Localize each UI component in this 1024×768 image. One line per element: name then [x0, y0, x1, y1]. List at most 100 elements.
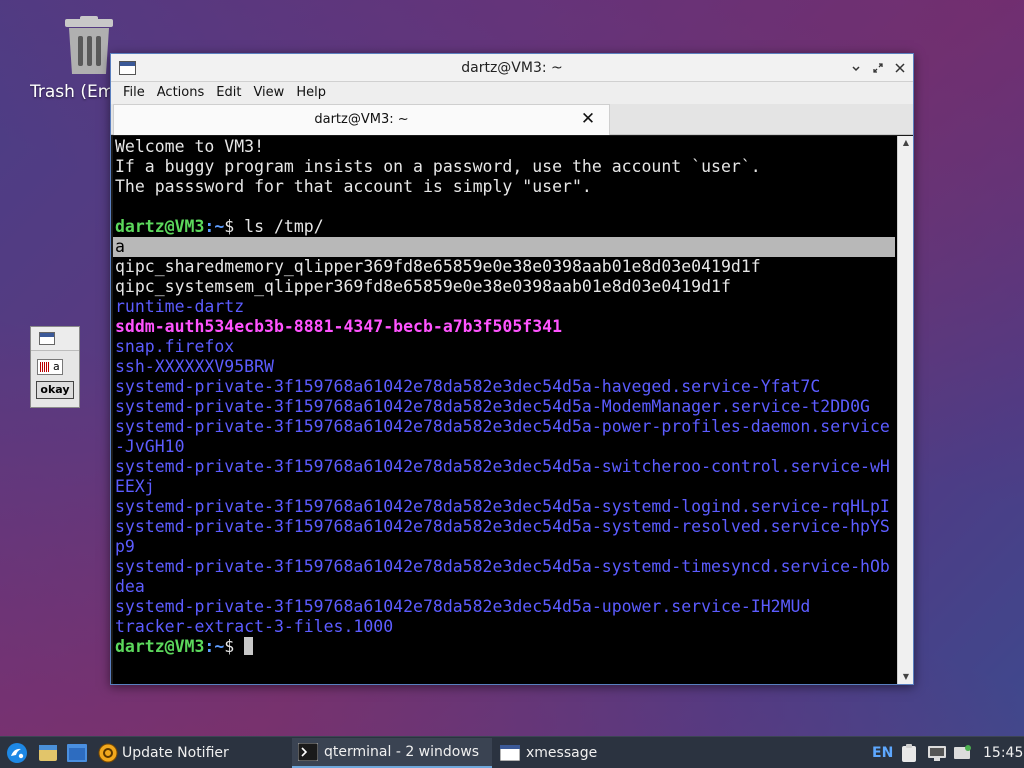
- listing-entry: systemd-private-3f159768a61042e78da582e3…: [113, 557, 897, 577]
- terminal-output[interactable]: Welcome to VM3! If a buggy program insis…: [113, 136, 897, 684]
- window-title: dartz@VM3: ~: [461, 60, 563, 76]
- minimize-icon[interactable]: [849, 61, 863, 75]
- listing-entry-text: sddm-auth534ecb3b-8881-4347-becb-a7b3f50…: [115, 317, 563, 336]
- task-xmessage-label: xmessage: [526, 745, 598, 761]
- listing-entry: qipc_systemsem_qlipper369fd8e65859e0e38e…: [113, 277, 897, 297]
- task-qterminal[interactable]: qterminal - 2 windows: [292, 738, 492, 768]
- xmessage-text: a: [37, 359, 63, 375]
- terminal-scrollbar[interactable]: ▲ ▼: [897, 136, 913, 684]
- listing-entry-text: systemd-private-3f159768a61042e78da582e3…: [115, 497, 890, 516]
- listing-entry: systemd-private-3f159768a61042e78da582e3…: [113, 597, 897, 617]
- okay-button[interactable]: okay: [36, 381, 74, 399]
- network-tray[interactable]: [927, 737, 947, 768]
- listing-entry-text: dea: [115, 577, 145, 596]
- prompt-user: dartz@VM3: [115, 217, 205, 236]
- listing-entry: systemd-private-3f159768a61042e78da582e3…: [113, 377, 897, 397]
- menu-view[interactable]: View: [247, 82, 290, 104]
- scroll-down-icon[interactable]: ▼: [898, 670, 914, 684]
- tab-bar: dartz@VM3: ~ ✕: [111, 104, 913, 135]
- terminal-line: The passsword for that account is simply…: [115, 177, 592, 196]
- update-notifier[interactable]: Update Notifier: [98, 737, 229, 768]
- maximize-icon[interactable]: [871, 61, 885, 75]
- listing-entry: -JvGH10: [113, 437, 897, 457]
- scroll-up-icon[interactable]: ▲: [898, 136, 914, 150]
- prompt-sign: $: [224, 637, 235, 656]
- listing-entry: systemd-private-3f159768a61042e78da582e3…: [113, 517, 897, 537]
- listing-entry: systemd-private-3f159768a61042e78da582e3…: [113, 417, 897, 437]
- listing-entry-text: systemd-private-3f159768a61042e78da582e3…: [115, 397, 870, 416]
- trash-icon: [65, 16, 113, 74]
- terminal-icon: [298, 743, 318, 761]
- listing-entry: dea: [113, 577, 897, 597]
- listing-entry-text: systemd-private-3f159768a61042e78da582e3…: [115, 377, 821, 396]
- listing-entry-text: EEXj: [115, 477, 155, 496]
- text-cursor: [244, 637, 254, 655]
- listing-entry: tracker-extract-3-files.1000: [113, 617, 897, 637]
- listing-entry-text: systemd-private-3f159768a61042e78da582e3…: [115, 597, 811, 616]
- xmessage-text-value: a: [53, 360, 60, 373]
- clipboard-tray[interactable]: [900, 737, 918, 768]
- listing-entry-text: systemd-private-3f159768a61042e78da582e3…: [115, 457, 890, 476]
- tab-label: dartz@VM3: ~: [314, 112, 409, 127]
- listing-entry-text: systemd-private-3f159768a61042e78da582e3…: [115, 557, 890, 576]
- xmessage-titlebar[interactable]: [31, 327, 79, 351]
- tab-close-icon[interactable]: ✕: [579, 110, 597, 128]
- keyboard-layout-indicator[interactable]: EN: [872, 737, 893, 768]
- menu-bar: File Actions Edit View Help: [111, 82, 913, 104]
- network-icon: [928, 746, 946, 761]
- window-icon: [500, 745, 520, 761]
- listing-entry-text: qipc_sharedmemory_qlipper369fd8e65859e0e…: [115, 257, 761, 276]
- menu-help[interactable]: Help: [290, 82, 332, 104]
- terminal-line: If a buggy program insists on a password…: [115, 157, 761, 176]
- listing-entry-text: -JvGH10: [115, 437, 185, 456]
- window-titlebar[interactable]: dartz@VM3: ~: [111, 54, 913, 82]
- listing-entry-text: p9: [115, 537, 135, 556]
- show-desktop-button[interactable]: [67, 737, 87, 768]
- window-icon: [39, 332, 55, 345]
- notification-icon: [954, 745, 971, 759]
- task-qterminal-label: qterminal - 2 windows: [324, 744, 480, 760]
- terminal-window[interactable]: dartz@VM3: ~ File Actions Edit View Help…: [110, 53, 914, 685]
- file-manager-launcher[interactable]: [38, 737, 58, 768]
- listing-entry: EEXj: [113, 477, 897, 497]
- listing-entry-text: a: [115, 237, 125, 256]
- menu-actions[interactable]: Actions: [151, 82, 211, 104]
- listing-entry-text: systemd-private-3f159768a61042e78da582e3…: [115, 517, 890, 536]
- terminal-line: Welcome to VM3!: [115, 137, 265, 156]
- menu-edit[interactable]: Edit: [210, 82, 247, 104]
- listing-entry: snap.firefox: [113, 337, 897, 357]
- listing-entry-text: systemd-private-3f159768a61042e78da582e3…: [115, 417, 890, 436]
- file-manager-icon: [39, 745, 57, 761]
- update-notifier-label: Update Notifier: [122, 745, 229, 761]
- clock[interactable]: 15:45: [983, 737, 1023, 768]
- listing-entry: qipc_sharedmemory_qlipper369fd8e65859e0e…: [113, 257, 897, 277]
- desktop-icon: [67, 744, 87, 762]
- xmessage-window[interactable]: a okay: [30, 326, 80, 408]
- listing-entry: sddm-auth534ecb3b-8881-4347-becb-a7b3f50…: [113, 317, 897, 337]
- taskbar: Update Notifier qterminal - 2 windows xm…: [0, 736, 1024, 768]
- tab-terminal[interactable]: dartz@VM3: ~ ✕: [113, 104, 610, 135]
- volume-tray[interactable]: [953, 737, 973, 768]
- listing-entry-text: snap.firefox: [115, 337, 235, 356]
- listing-entry-text: runtime-dartz: [115, 297, 245, 316]
- close-icon[interactable]: [893, 61, 907, 75]
- current-prompt-line: dartz@VM3:~$: [113, 637, 897, 657]
- listing-entry-text: ssh-XXXXXXV95BRW: [115, 357, 274, 376]
- trash-label: Trash (Em: [30, 82, 110, 102]
- listing-entry: ssh-XXXXXXV95BRW: [113, 357, 897, 377]
- listing-entry: systemd-private-3f159768a61042e78da582e3…: [113, 497, 897, 517]
- task-xmessage[interactable]: xmessage: [494, 738, 644, 768]
- clock-time: 15:45: [983, 745, 1024, 761]
- listing-entry: p9: [113, 537, 897, 557]
- update-notifier-icon: [98, 743, 118, 763]
- menu-file[interactable]: File: [117, 82, 151, 104]
- lubuntu-logo-icon: [7, 743, 27, 763]
- clipboard-icon: [902, 744, 916, 762]
- listing-entry: systemd-private-3f159768a61042e78da582e3…: [113, 457, 897, 477]
- command-text: ls /tmp/: [234, 217, 324, 236]
- listing-entry: runtime-dartz: [113, 297, 897, 317]
- start-menu-button[interactable]: [6, 737, 28, 768]
- listing-entry-text: qipc_systemsem_qlipper369fd8e65859e0e38e…: [115, 277, 731, 296]
- stripe-icon: [40, 362, 50, 372]
